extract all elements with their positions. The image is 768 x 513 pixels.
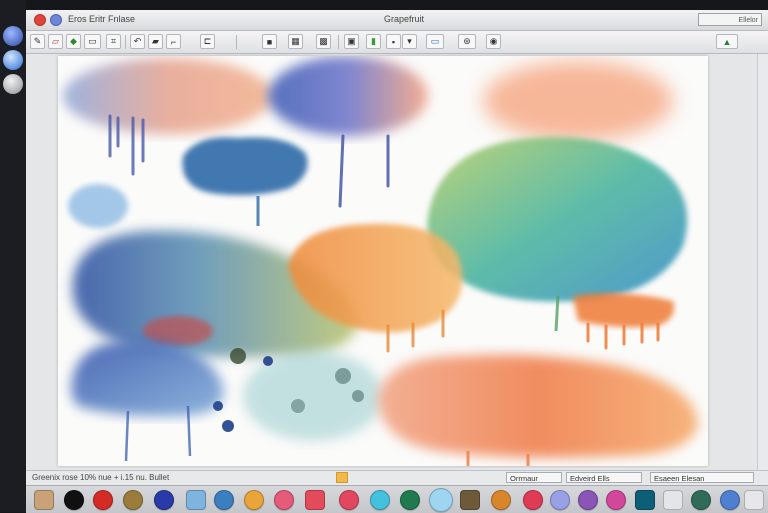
palette-swatch[interactable]	[606, 490, 626, 510]
status-field-layer[interactable]: Edveird Ells	[566, 472, 642, 483]
close-window-button[interactable]	[34, 14, 46, 26]
app-menu[interactable]: Eros Eritr Fnlase	[68, 14, 135, 24]
camera-icon[interactable]: ■	[262, 34, 277, 49]
status-field-mode[interactable]: Orrmaur	[506, 472, 562, 483]
palette-swatch[interactable]	[663, 490, 683, 510]
toolbar-separator	[338, 35, 339, 49]
palette-swatch[interactable]	[744, 490, 764, 510]
toolbar-separator	[236, 35, 237, 49]
pencil-icon[interactable]: ▣	[344, 34, 359, 49]
palette-swatch[interactable]	[635, 490, 655, 510]
link-icon[interactable]: ▪	[386, 34, 401, 49]
crop-icon[interactable]: ⌗	[106, 34, 121, 49]
text-icon[interactable]: ▮	[366, 34, 381, 49]
canvas-area	[26, 54, 768, 470]
export-icon[interactable]: ▲	[716, 34, 738, 49]
title-search-field[interactable]: Ellelor	[698, 13, 762, 26]
lasso-icon[interactable]: ↶	[130, 34, 145, 49]
palette-swatch[interactable]	[429, 488, 453, 512]
palette-swatch[interactable]	[691, 490, 711, 510]
vertical-scrollbar[interactable]	[757, 54, 768, 470]
status-swatch[interactable]	[336, 472, 348, 483]
settings-icon[interactable]: ▾	[402, 34, 417, 49]
app-launcher-icon[interactable]	[3, 26, 23, 46]
status-bar: Greenix rose 10% nue + i.15 nu. Bullet O…	[26, 470, 768, 485]
palette-swatch[interactable]	[123, 490, 143, 510]
palette-swatch[interactable]	[154, 490, 174, 510]
window-title: Grapefruit	[384, 14, 425, 24]
layers-icon[interactable]: ⊏	[200, 34, 215, 49]
palette-swatch[interactable]	[339, 490, 359, 510]
undo-icon[interactable]: ⌐	[166, 34, 181, 49]
palette-swatch[interactable]	[93, 490, 113, 510]
landscape-icon[interactable]: ▭	[426, 34, 444, 49]
palette-swatch[interactable]	[550, 490, 570, 510]
share-icon[interactable]: ◉	[486, 34, 501, 49]
brush-icon[interactable]: ✎	[30, 34, 45, 49]
palette-swatch[interactable]	[491, 490, 511, 510]
title-bar: Eros Eritr Fnlase Grapefruit Ellelor	[26, 10, 768, 31]
palette-swatch[interactable]	[720, 490, 740, 510]
palette-swatch[interactable]	[214, 490, 234, 510]
palette-swatch[interactable]	[460, 490, 480, 510]
status-field-zoom[interactable]: Esaeen Elesan	[650, 472, 754, 483]
palette-swatch[interactable]	[370, 490, 390, 510]
palette-swatch[interactable]	[523, 490, 543, 510]
globe-icon[interactable]: ⊛	[458, 34, 476, 49]
palette-swatch[interactable]	[578, 490, 598, 510]
picture-icon[interactable]: ▩	[316, 34, 331, 49]
main-toolbar: ✎ ▱ ◆ ▭ ⌗ ↶ ▰ ⌐ ⊏ ■ ▦ ▩ ▣ ▮ ▪ ▾ ▭ ⊛ ◉ ▲	[26, 31, 768, 54]
status-text: Greenix rose 10% nue + i.15 nu. Bullet	[32, 473, 170, 482]
palette-swatch[interactable]	[274, 490, 294, 510]
fill-icon[interactable]: ◆	[66, 34, 81, 49]
palette-swatch[interactable]	[400, 490, 420, 510]
palette-swatch[interactable]	[244, 490, 264, 510]
app-window: Eros Eritr Fnlase Grapefruit Ellelor ✎ ▱…	[26, 10, 768, 513]
left-dock	[0, 0, 26, 512]
palette-swatch[interactable]	[305, 490, 325, 510]
toolbar-separator	[125, 35, 126, 49]
hand-icon[interactable]: ▰	[148, 34, 163, 49]
select-icon[interactable]: ▭	[84, 34, 101, 49]
film-icon[interactable]: ▦	[288, 34, 303, 49]
watercolor-artwork	[63, 56, 698, 466]
finder-icon[interactable]	[3, 50, 23, 70]
color-palette	[26, 485, 768, 513]
disk-icon[interactable]	[3, 74, 23, 94]
painting-canvas[interactable]	[58, 56, 708, 466]
palette-swatch[interactable]	[64, 490, 84, 510]
palette-swatch[interactable]	[34, 490, 54, 510]
palette-swatch[interactable]	[186, 490, 206, 510]
eraser-icon[interactable]: ▱	[48, 34, 63, 49]
minimize-window-button[interactable]	[50, 14, 62, 26]
